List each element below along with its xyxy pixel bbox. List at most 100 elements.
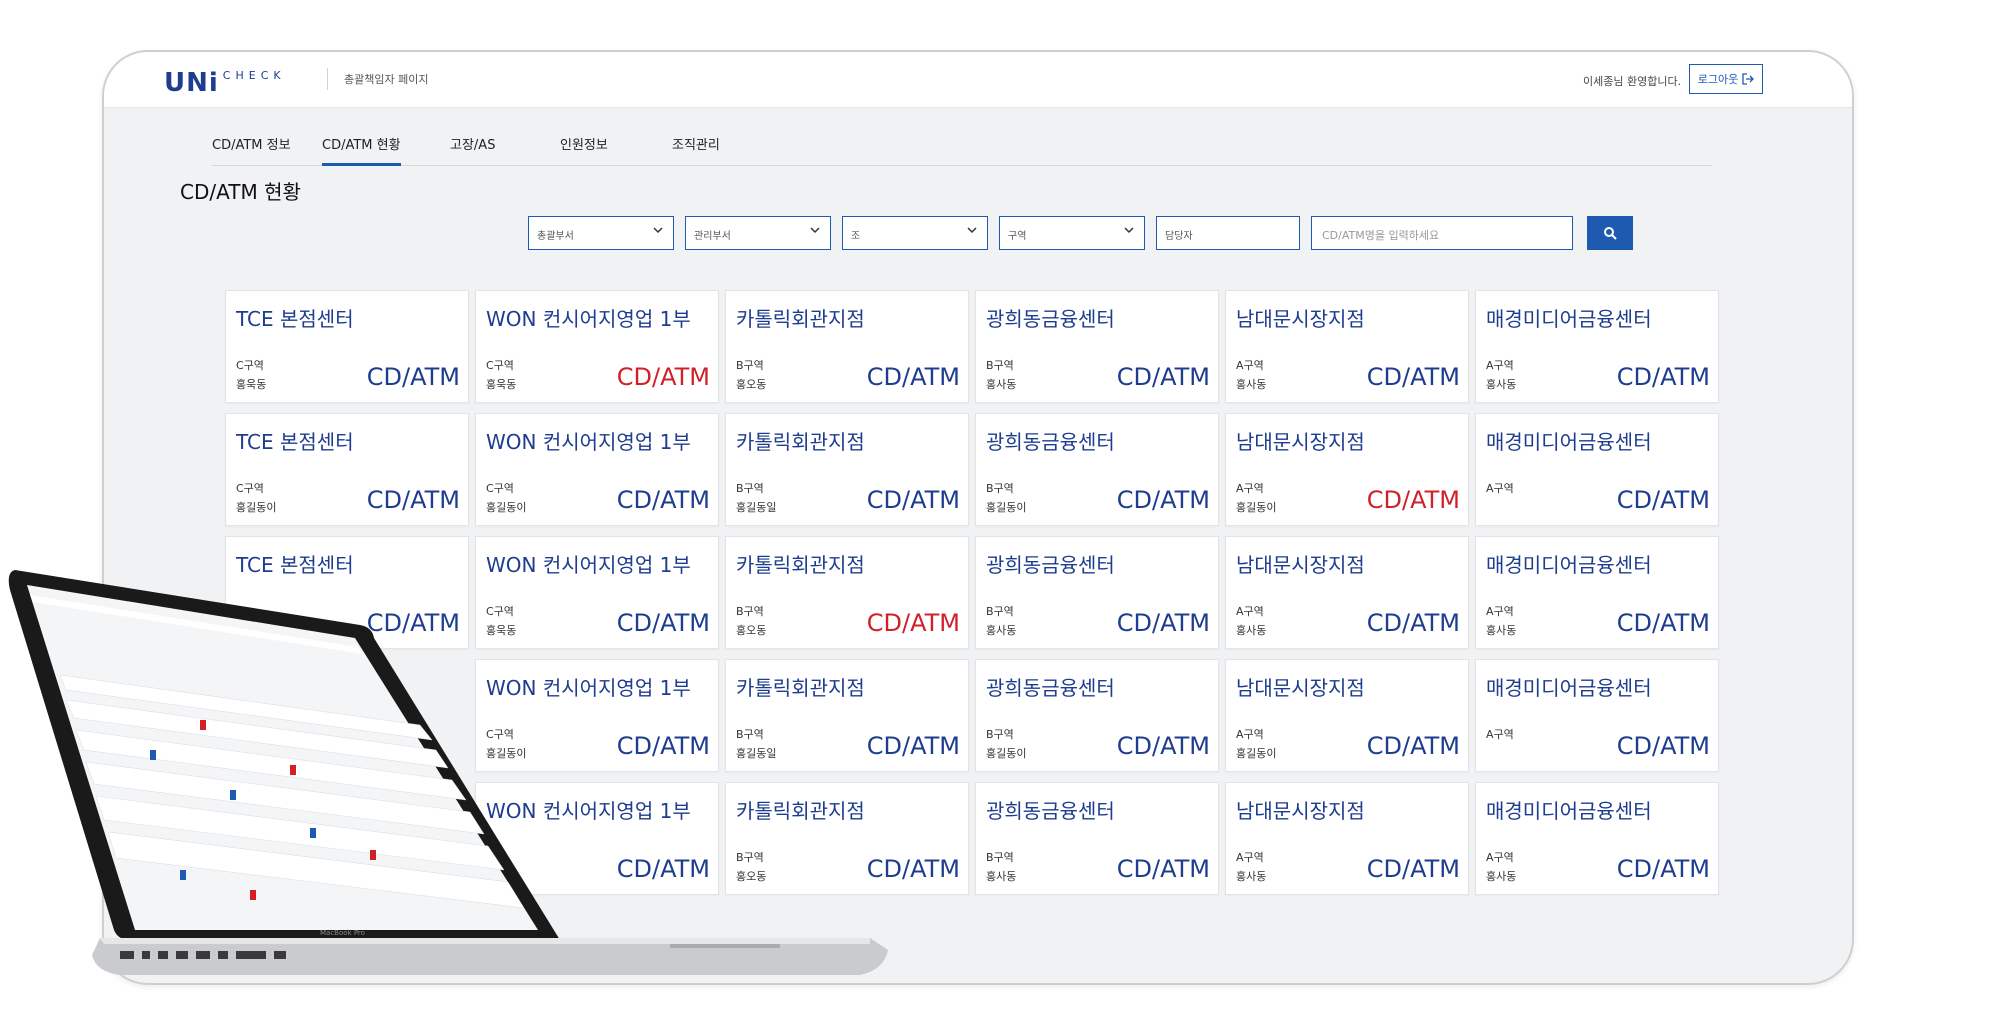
atm-status-label[interactable]: CD/ATM	[367, 363, 460, 391]
atm-card-manager: 홍길동이	[986, 501, 1027, 514]
atm-card[interactable]: 남대문시장지점 A구역 홍사동 CD/ATM	[1225, 782, 1469, 895]
atm-card-zone: A구역	[1236, 851, 1264, 864]
tab-organization[interactable]: 조직관리	[672, 126, 720, 166]
tab-personnel[interactable]: 인원정보	[560, 126, 608, 166]
atm-card-branch-name: 광희동금융센터	[986, 676, 1115, 700]
atm-card-branch-name: 카톨릭회관지점	[736, 307, 865, 331]
atm-status-label[interactable]: CD/ATM	[1617, 855, 1710, 883]
atm-card[interactable]: WON 컨시어지영업 1부 C구역 홍욱동 CD/ATM	[475, 290, 719, 403]
search-button[interactable]	[1587, 216, 1633, 250]
atm-status-label[interactable]: CD/ATM	[367, 486, 460, 514]
manager-input-placeholder: 담당자	[1165, 231, 1193, 242]
atm-card[interactable]: 광희동금융센터 B구역 홍길동이 CD/ATM	[975, 659, 1219, 772]
atm-card-manager: 홍사동	[1486, 870, 1517, 883]
atm-card-zone: B구역	[986, 482, 1014, 495]
atm-card[interactable]: 광희동금융센터 B구역 홍사동 CD/ATM	[975, 290, 1219, 403]
atm-card[interactable]: TCE 본점센터 C구역 홍길동이 CD/ATM	[225, 413, 469, 526]
atm-status-label[interactable]: CD/ATM	[1117, 363, 1210, 391]
atm-card[interactable]: 매경미디어금융센터 A구역 홍사동 CD/ATM	[1475, 536, 1719, 649]
atm-card-branch-name: 광희동금융센터	[986, 553, 1115, 577]
atm-card-branch-name: 광희동금융센터	[986, 430, 1115, 454]
atm-status-alert-label[interactable]: CD/ATM	[617, 363, 710, 391]
tab-cdatm-status[interactable]: CD/ATM 현황	[322, 126, 401, 166]
atm-card[interactable]: WON 컨시어지영업 1부 C구역 홍길동이 CD/ATM	[475, 413, 719, 526]
atm-status-label[interactable]: CD/ATM	[1117, 486, 1210, 514]
atm-card-branch-name: 광희동금융센터	[986, 799, 1115, 823]
atm-status-label[interactable]: CD/ATM	[1367, 363, 1460, 391]
atm-card-branch-name: TCE 본점센터	[236, 307, 354, 331]
header-divider	[327, 68, 328, 90]
atm-card-zone: B구역	[986, 605, 1014, 618]
atm-card-zone: A구역	[1486, 359, 1514, 372]
atm-status-label[interactable]: CD/ATM	[1117, 609, 1210, 637]
atm-card[interactable]: TCE 본점센터 C구역 홍욱동 CD/ATM	[225, 290, 469, 403]
atm-card[interactable]: 카톨릭회관지점 B구역 홍길동일 CD/ATM	[725, 413, 969, 526]
atm-status-label[interactable]: CD/ATM	[1367, 732, 1460, 760]
atm-card[interactable]: 남대문시장지점 A구역 홍사동 CD/ATM	[1225, 536, 1469, 649]
chevron-down-icon	[1124, 227, 1134, 234]
select-general-dept-value: 총괄부서	[537, 231, 574, 242]
atm-card[interactable]: 매경미디어금융센터 A구역 CD/ATM	[1475, 413, 1719, 526]
atm-card-manager: 홍길동이	[1236, 747, 1277, 760]
select-general-dept[interactable]: 총괄부서	[528, 216, 674, 250]
top-bar: UNi CHECK 총괄책임자 페이지 이세종님 환영합니다. 로그아웃	[104, 52, 1852, 108]
atm-status-alert-label[interactable]: CD/ATM	[1367, 486, 1460, 514]
atm-card[interactable]: 카톨릭회관지점 B구역홍오동 CD/ATM	[725, 290, 969, 403]
logout-icon	[1742, 73, 1755, 85]
atm-card-manager: 홍길동이	[986, 747, 1027, 760]
atm-card-manager: 홍길동이	[1236, 501, 1277, 514]
atm-card[interactable]: 광희동금융센터 B구역 홍사동 CD/ATM	[975, 782, 1219, 895]
atm-card-manager: 홍사동	[1486, 378, 1517, 391]
select-managing-dept-value: 관리부서	[694, 231, 731, 242]
atm-card-branch-name: WON 컨시어지영업 1부	[486, 307, 691, 331]
logout-button[interactable]: 로그아웃	[1689, 64, 1763, 94]
atm-card-zone: B구역	[986, 359, 1014, 372]
atm-status-label[interactable]: CD/ATM	[1617, 363, 1710, 391]
manager-input[interactable]: 담당자	[1156, 216, 1300, 250]
atm-status-label[interactable]: CD/ATM	[1117, 732, 1210, 760]
chevron-down-icon	[967, 227, 977, 234]
atm-card-branch-name: 매경미디어금융센터	[1486, 676, 1652, 700]
atm-card-manager: 홍길동일	[736, 501, 777, 514]
atm-card-branch-name: 매경미디어금융센터	[1486, 799, 1652, 823]
atm-status-label[interactable]: CD/ATM	[1617, 486, 1710, 514]
atm-card-branch-name: 매경미디어금융센터	[1486, 430, 1652, 454]
select-managing-dept[interactable]: 관리부서	[685, 216, 831, 250]
atm-card[interactable]: 매경미디어금융센터 A구역 CD/ATM	[1475, 659, 1719, 772]
atm-card[interactable]: 매경미디어금융센터 A구역 홍사동 CD/ATM	[1475, 290, 1719, 403]
laptop-brand-label: MacBook Pro	[320, 929, 365, 937]
atm-card[interactable]: 광희동금융센터 B구역홍길동이 CD/ATM	[975, 413, 1219, 526]
atm-card-manager: 홍길동이	[486, 501, 527, 514]
atm-card-manager: 홍사동	[986, 624, 1017, 637]
atm-card-manager: 홍오동	[736, 378, 767, 391]
atm-status-label[interactable]: CD/ATM	[1617, 732, 1710, 760]
atm-card[interactable]: 광희동금융센터 B구역홍사동 CD/ATM	[975, 536, 1219, 649]
atm-status-label[interactable]: CD/ATM	[867, 486, 960, 514]
atm-status-label[interactable]: CD/ATM	[1617, 609, 1710, 637]
atm-card[interactable]: 남대문시장지점 A구역 홍길동이 CD/ATM	[1225, 659, 1469, 772]
search-input[interactable]: CD/ATM명을 입력하세요	[1311, 216, 1573, 250]
chevron-down-icon	[653, 227, 663, 234]
atm-status-label[interactable]: CD/ATM	[1367, 855, 1460, 883]
atm-card-zone: B구역	[736, 359, 764, 372]
atm-card-branch-name: 카톨릭회관지점	[736, 430, 865, 454]
atm-status-label[interactable]: CD/ATM	[1117, 855, 1210, 883]
atm-card-manager: 홍사동	[1236, 624, 1267, 637]
atm-card-zone: A구역	[1486, 482, 1514, 495]
atm-card[interactable]: 남대문시장지점 A구역 홍길동이 CD/ATM	[1225, 413, 1469, 526]
logo: UNi CHECK	[164, 66, 286, 96]
atm-card[interactable]: 매경미디어금융센터 A구역홍사동 CD/ATM	[1475, 782, 1719, 895]
tab-cdatm-info[interactable]: CD/ATM 정보	[212, 126, 291, 166]
atm-card-manager: 홍사동	[1486, 624, 1517, 637]
atm-status-label[interactable]: CD/ATM	[617, 486, 710, 514]
atm-card-zone: A구역	[1486, 851, 1514, 864]
atm-card-zone: A구역	[1236, 728, 1264, 741]
select-team[interactable]: 조	[842, 216, 988, 250]
search-input-placeholder: CD/ATM명을 입력하세요	[1322, 229, 1440, 242]
atm-status-label[interactable]: CD/ATM	[1367, 609, 1460, 637]
tab-failure-as[interactable]: 고장/AS	[450, 126, 495, 166]
search-icon	[1604, 227, 1617, 240]
select-zone[interactable]: 구역	[999, 216, 1145, 250]
atm-status-label[interactable]: CD/ATM	[867, 363, 960, 391]
atm-card[interactable]: 남대문시장지점 A구역 홍사동 CD/ATM	[1225, 290, 1469, 403]
